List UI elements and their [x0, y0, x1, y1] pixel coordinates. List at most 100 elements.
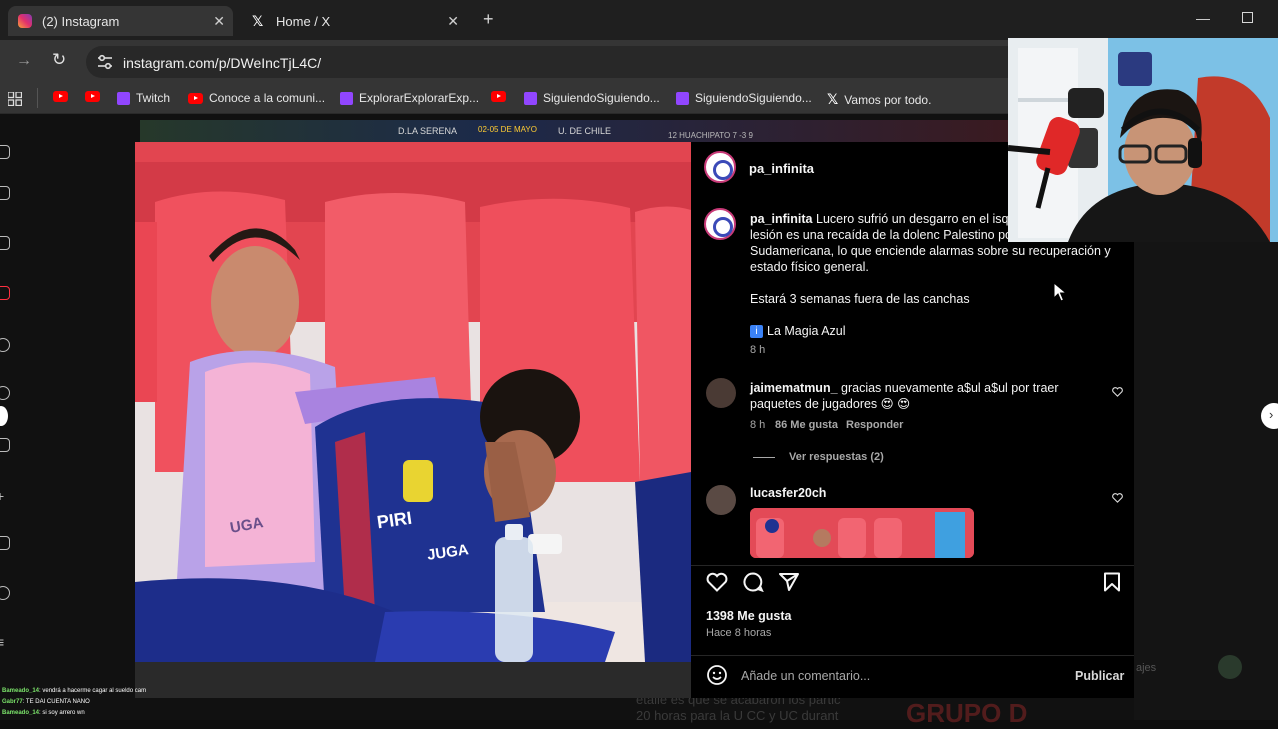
instagram-logo-icon[interactable] — [0, 145, 10, 159]
add-comment-input[interactable]: Añade un comentario... — [741, 669, 870, 683]
bookmark-explorar[interactable]: ExplorarExplorarExp... — [340, 91, 479, 105]
caption-time: 8 h — [750, 344, 766, 356]
likes-count[interactable]: 1398 Me gusta — [706, 609, 791, 623]
search-icon[interactable] — [0, 338, 10, 352]
info-icon: i — [750, 324, 763, 338]
comment-image-illustration — [750, 508, 974, 558]
notifications-icon[interactable] — [0, 286, 10, 300]
bookmark-youtube-3[interactable] — [491, 91, 512, 102]
bookmark-siguiendo-2[interactable]: SiguiendoSiguiendo... — [676, 91, 812, 105]
bookmark-siguiendo-1[interactable]: SiguiendoSiguiendo... — [524, 91, 660, 105]
publish-button[interactable]: Publicar — [1075, 669, 1124, 683]
bookmark-label: ExplorarExplorarExp... — [359, 91, 480, 105]
like-icon[interactable] — [706, 572, 728, 592]
like-comment-icon[interactable] — [1112, 493, 1123, 503]
caption-avatar[interactable] — [704, 208, 736, 240]
chat-text: : vendrá a hacerme cagar al sueldo cam — [39, 688, 147, 694]
dashboard-icon[interactable] — [0, 536, 10, 550]
background-table-row: 12 HUACHIPATO 7 -3 9 — [668, 131, 753, 140]
emoji-icon[interactable] — [706, 664, 728, 686]
bookmark-label: Conoce a la comuni... — [209, 91, 326, 105]
mouse-cursor-icon — [1053, 282, 1067, 302]
twitch-icon — [117, 91, 130, 105]
new-tab-icon[interactable]: + — [483, 9, 494, 30]
background-right-text: ajes — [1136, 662, 1157, 674]
post-photo-illustration — [135, 142, 691, 662]
messages-icon[interactable] — [0, 438, 10, 452]
post-image[interactable]: PIRI JUGA UGA — [135, 142, 691, 662]
bookmarks-divider — [37, 88, 38, 108]
restore-icon[interactable] — [1242, 12, 1253, 23]
commenter-avatar[interactable] — [706, 485, 736, 515]
chevron-right-icon: › — [1269, 407, 1274, 422]
site-settings-icon[interactable] — [96, 54, 114, 70]
apps-grid-icon[interactable] — [8, 92, 22, 106]
author-username[interactable]: pa_infinita — [749, 161, 814, 176]
x-icon: 𝕏 — [252, 13, 264, 29]
forward-icon[interactable]: → — [16, 52, 32, 70]
twitch-icon — [676, 91, 689, 105]
comment-time: 8 h — [750, 419, 766, 431]
comment-body: jaimematmun_ gracias nuevamente a$ul a$u… — [750, 380, 1080, 412]
tab-instagram[interactable]: (2) Instagram ✕ — [8, 6, 233, 36]
chat-message: Bameado_14: vendrá a hacerme cagar al su… — [2, 688, 146, 694]
bookmark-label: SiguiendoSiguiendo... — [543, 91, 660, 105]
url-text: instagram.com/p/DWeIncTjL4C/ — [123, 55, 322, 71]
bookmark-conoce[interactable]: Conoce a la comuni... — [188, 91, 325, 105]
comment-likes[interactable]: 86 Me gusta — [775, 419, 838, 431]
comment-divider — [691, 655, 1134, 656]
comment-image[interactable] — [750, 508, 974, 558]
menu-icon[interactable]: ≡ — [0, 634, 10, 650]
author-avatar[interactable] — [704, 151, 736, 183]
share-icon[interactable] — [778, 572, 800, 592]
chat-message: Gabr77: TE DAI CUENTA NANO — [2, 699, 90, 705]
view-replies-button[interactable]: Ver respuestas (2) — [789, 451, 884, 463]
tab-title: (2) Instagram — [42, 13, 120, 29]
background-bottom-text-2: 20 horas para la U CC y UC durant — [636, 708, 839, 723]
comment-username[interactable]: jaimematmun_ — [750, 381, 838, 395]
twitch-icon — [524, 91, 537, 105]
replies-line — [753, 457, 775, 458]
minimize-icon[interactable]: — — [1196, 10, 1210, 26]
like-comment-icon[interactable] — [1112, 387, 1123, 397]
close-tab-icon[interactable]: ✕ — [213, 13, 225, 30]
x-icon: 𝕏 — [827, 91, 839, 107]
bookmark-label: Twitch — [136, 91, 171, 105]
background-team-left: D.LA SERENA — [398, 126, 458, 136]
create-icon[interactable]: + — [0, 488, 10, 504]
save-icon[interactable] — [1103, 572, 1121, 592]
bookmark-youtube-2[interactable] — [85, 91, 106, 102]
tab-x-home[interactable]: 𝕏 Home / X ✕ — [242, 6, 467, 36]
commenter-avatar[interactable] — [706, 378, 736, 408]
tab-title: Home / X — [276, 13, 331, 29]
chat-text: : si soy arrero wn — [39, 710, 85, 716]
bookmark-youtube-1[interactable] — [53, 91, 74, 102]
close-tab-icon[interactable]: ✕ — [447, 13, 459, 30]
webcam-overlay — [1008, 38, 1278, 242]
reels-icon[interactable] — [0, 236, 10, 250]
comment-username[interactable]: lucasfer20ch — [750, 486, 826, 500]
bookmark-x[interactable]: 𝕏 Vamos por todo. — [827, 91, 931, 108]
chat-message: Bameado_14: si soy arrero wn — [2, 710, 85, 716]
youtube-icon — [188, 92, 203, 104]
youtube-icon — [491, 91, 506, 102]
instagram-icon — [18, 14, 32, 28]
chat-username: Bameado_14 — [2, 688, 40, 694]
post-time: Hace 8 horas — [706, 627, 772, 639]
panel-divider — [691, 565, 1134, 566]
caption-line-3: i La Magia Azul — [750, 323, 1115, 339]
profile-icon[interactable] — [0, 586, 10, 600]
explore-icon[interactable] — [0, 386, 10, 400]
background-team-right: U. DE CHILE — [558, 126, 612, 136]
reply-button[interactable]: Responder — [846, 419, 903, 431]
background-match-date: 02-05 DE MAYO — [478, 125, 537, 134]
webcam-feed — [1008, 38, 1278, 242]
chat-username: Gabr77 — [2, 699, 23, 705]
reload-icon[interactable]: ↻ — [52, 50, 66, 70]
background-right — [1134, 242, 1278, 720]
bookmark-label: Vamos por todo. — [844, 92, 932, 107]
bookmark-twitch[interactable]: Twitch — [117, 91, 170, 105]
comment-icon[interactable] — [742, 572, 764, 592]
caption-username[interactable]: pa_infinita — [750, 212, 813, 226]
home-icon[interactable] — [0, 186, 10, 200]
